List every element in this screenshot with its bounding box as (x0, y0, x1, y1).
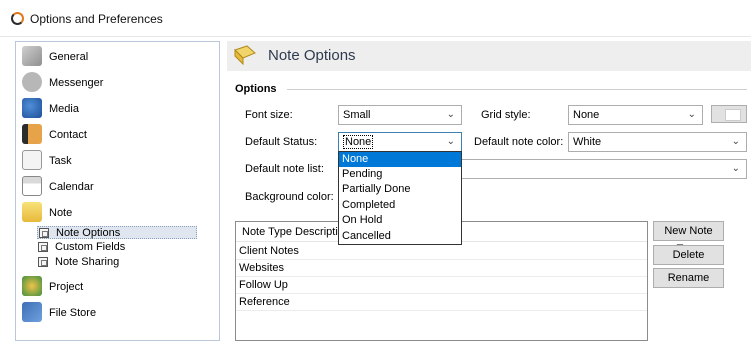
default-status-dropdown-list: None Pending Partially Done Completed On… (338, 151, 462, 245)
sidebar-subitem-note-options[interactable]: Note Options (37, 226, 197, 239)
sidebar-item-label: Contact (49, 129, 87, 141)
chevron-down-icon: ⌄ (731, 136, 740, 147)
table-row[interactable]: Reference (236, 294, 647, 311)
rename-button[interactable]: Rename (653, 268, 724, 288)
default-note-list-label: Default note list: (245, 163, 324, 175)
sidebar-item-messenger[interactable]: Messenger (16, 70, 219, 96)
sidebar-item-label: Task (49, 155, 72, 167)
chevron-down-icon: ⌄ (446, 136, 455, 147)
sidebar-item-contact[interactable]: Contact (16, 122, 219, 148)
page-settings-icon (38, 242, 48, 252)
status-option-completed[interactable]: Completed (339, 198, 461, 213)
sidebar-item-label: Note (49, 207, 73, 219)
sidebar-item-file-store[interactable]: File Store (16, 300, 219, 326)
sidebar-item-label: Project (49, 281, 84, 293)
page-settings-icon (39, 228, 49, 238)
font-size-label: Font size: (245, 109, 293, 121)
status-option-partially-done[interactable]: Partially Done (339, 182, 461, 197)
default-note-color-select[interactable]: White ⌄ (568, 132, 747, 152)
task-pencil-icon (22, 150, 42, 170)
sidebar-subitem-label: Note Options (56, 227, 121, 239)
sidebar-item-label: Calendar (49, 181, 94, 193)
font-size-value: Small (343, 109, 371, 121)
status-option-cancelled[interactable]: Cancelled (339, 229, 461, 244)
sidebar-item-task[interactable]: Task (16, 148, 219, 174)
page-title: Note Options (268, 47, 356, 64)
sidebar: General Messenger Media Contact Task Cal… (15, 41, 220, 341)
table-cell: Websites (239, 262, 285, 274)
calendar-icon (22, 176, 42, 196)
title-bar: Options and Preferences (0, 0, 751, 37)
note-pad-icon (22, 202, 42, 222)
new-note-type-button[interactable]: New Note Type (653, 221, 724, 255)
file-store-icon (22, 302, 42, 322)
table-row[interactable]: Follow Up (236, 277, 647, 294)
table-cell: Client Notes (239, 245, 299, 257)
table-row[interactable]: Websites (236, 260, 647, 277)
sidebar-subitem-label: Note Sharing (55, 256, 120, 268)
grid-style-label: Grid style: (481, 109, 531, 121)
sidebar-subitem-label: Custom Fields (55, 241, 126, 253)
table-row[interactable]: Client Notes (236, 243, 647, 260)
sidebar-item-general[interactable]: General (16, 44, 219, 70)
page-settings-icon (38, 257, 48, 267)
chevron-down-icon: ⌄ (446, 109, 455, 120)
sidebar-item-label: File Store (49, 307, 97, 319)
font-size-select[interactable]: Small ⌄ (338, 105, 462, 125)
status-option-none[interactable]: None (339, 152, 461, 167)
sidebar-item-label: Messenger (49, 77, 104, 89)
app-logo-icon (11, 12, 24, 25)
grid-style-select[interactable]: None ⌄ (568, 105, 703, 125)
options-panel: Note Options Options Font size: Small ⌄ … (227, 41, 751, 341)
sidebar-item-label: Media (49, 103, 79, 115)
window-title: Options and Preferences (30, 12, 163, 26)
background-color-label: Background color: (245, 191, 334, 203)
table-cell: Reference (239, 296, 290, 308)
default-note-color-value: White (573, 136, 602, 148)
table-cell: Follow Up (239, 279, 288, 291)
chevron-down-icon: ⌄ (731, 163, 740, 174)
section-divider (287, 89, 747, 90)
note-pad-icon (233, 44, 257, 66)
default-note-color-label: Default note color: (474, 136, 564, 148)
chevron-down-icon: ⌄ (687, 109, 696, 120)
status-option-pending[interactable]: Pending (339, 167, 461, 182)
status-option-on-hold[interactable]: On Hold (339, 213, 461, 228)
sidebar-item-note[interactable]: Note (16, 200, 219, 226)
media-person-icon (22, 98, 42, 118)
default-status-value: None (343, 135, 374, 149)
wrench-icon (22, 46, 42, 66)
panel-header: Note Options (227, 41, 751, 71)
sidebar-item-label: General (49, 51, 89, 63)
sidebar-subitem-custom-fields[interactable]: Custom Fields (37, 241, 197, 254)
grid-color-button[interactable] (711, 105, 747, 123)
grid-style-value: None (573, 109, 600, 121)
contact-book-icon (22, 124, 42, 144)
table-header-label: Note Type Description (242, 226, 351, 238)
sidebar-subitem-note-sharing[interactable]: Note Sharing (37, 256, 197, 269)
default-status-label: Default Status: (245, 136, 318, 148)
sidebar-item-project[interactable]: Project (16, 274, 219, 300)
chat-bubble-icon (22, 72, 42, 92)
default-status-select[interactable]: None ⌄ (338, 132, 462, 152)
sidebar-item-media[interactable]: Media (16, 96, 219, 122)
section-heading: Options (235, 83, 277, 95)
project-globe-icon (22, 276, 42, 296)
delete-button[interactable]: Delete (653, 245, 724, 265)
sidebar-item-calendar[interactable]: Calendar (16, 174, 219, 200)
